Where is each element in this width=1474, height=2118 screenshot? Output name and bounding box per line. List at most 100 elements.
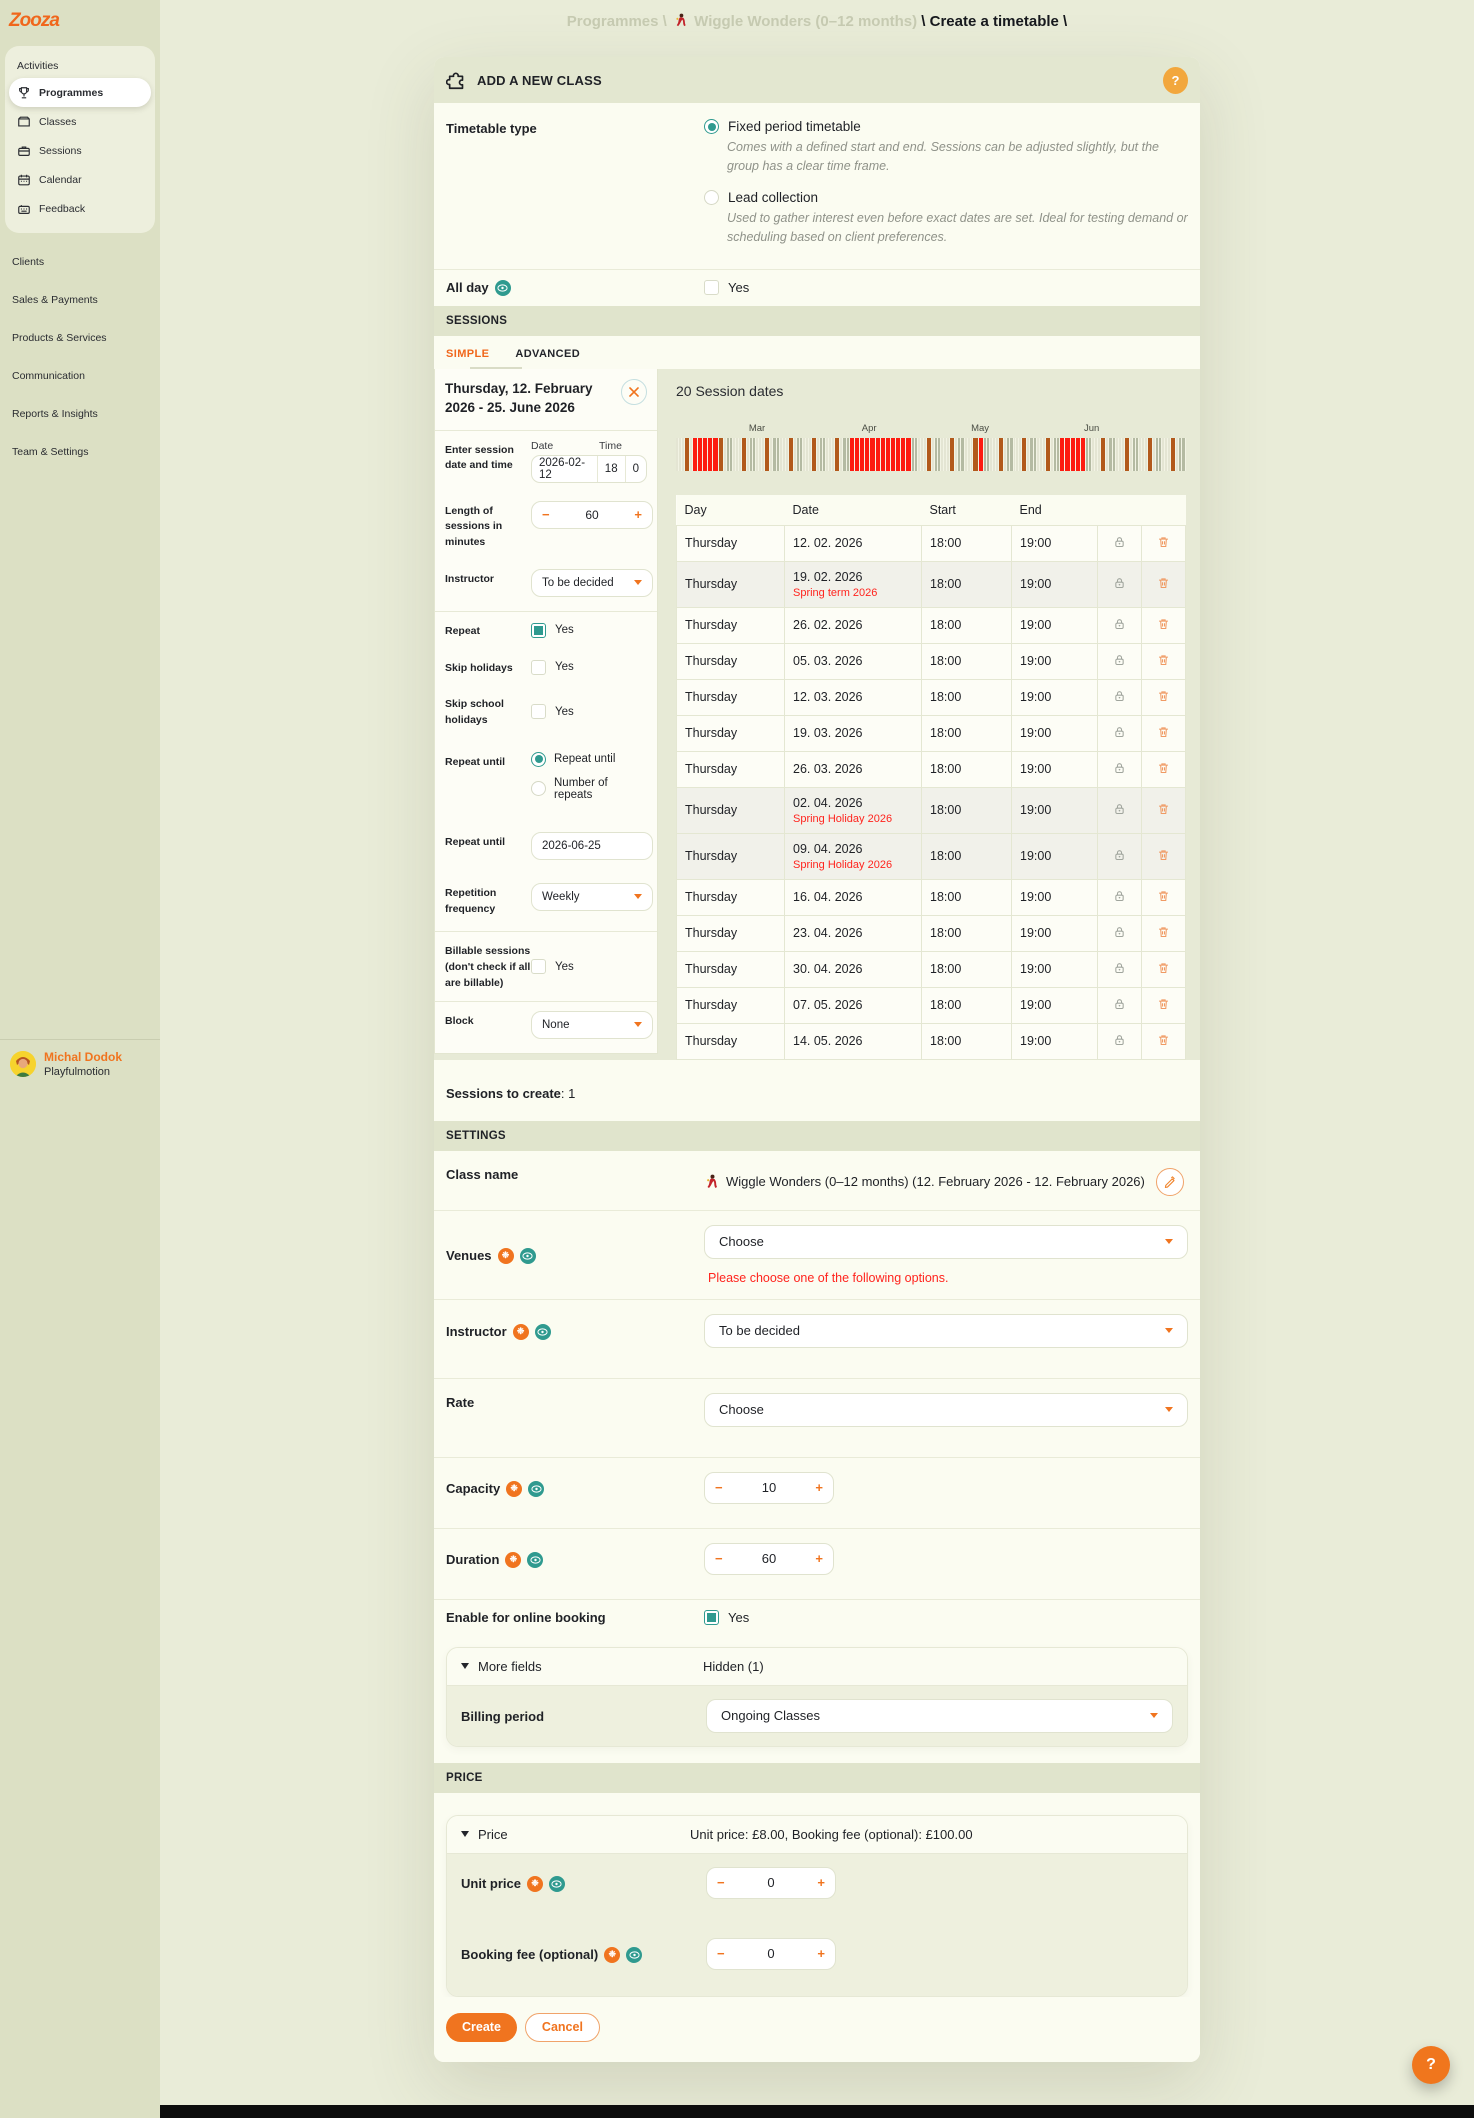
lock-icon[interactable] xyxy=(1113,802,1126,816)
lock-icon[interactable] xyxy=(1113,535,1126,549)
lead-collection-label[interactable]: Lead collection xyxy=(728,190,818,205)
close-icon[interactable] xyxy=(621,378,647,405)
online-booking-checkbox[interactable] xyxy=(704,1609,719,1625)
trash-icon[interactable] xyxy=(1157,1033,1170,1047)
capacity-decrement-button[interactable]: − xyxy=(715,1480,723,1495)
trash-icon[interactable] xyxy=(1157,761,1170,775)
price-header[interactable]: Price Unit price: £8.00, Booking fee (op… xyxy=(447,1815,1187,1853)
duration-value[interactable]: 60 xyxy=(762,1551,776,1566)
sidebar-section-reports-insights[interactable]: Reports & Insights xyxy=(0,395,160,433)
capacity-value[interactable]: 10 xyxy=(762,1480,776,1495)
length-decrement-button[interactable]: − xyxy=(542,507,550,522)
trash-icon[interactable] xyxy=(1157,689,1170,703)
unit-price-decrement-button[interactable]: − xyxy=(717,1875,725,1890)
sidebar-item-sessions[interactable]: Sessions xyxy=(5,136,155,165)
lock-icon[interactable] xyxy=(1113,1033,1126,1047)
booking-fee-decrement-button[interactable]: − xyxy=(717,1946,725,1961)
sidebar-section-clients[interactable]: Clients xyxy=(0,243,160,281)
sidebar-item-programmes[interactable]: Programmes xyxy=(9,78,151,107)
unit-price-increment-button[interactable]: + xyxy=(817,1875,825,1890)
billing-period-select[interactable]: Ongoing Classes xyxy=(706,1698,1173,1733)
skip-holidays-checkbox[interactable] xyxy=(531,659,546,675)
length-value[interactable]: 60 xyxy=(585,508,598,522)
lock-icon[interactable] xyxy=(1113,689,1126,703)
floating-help-button[interactable]: ? xyxy=(1412,2046,1450,2084)
breadcrumb-part[interactable]: Wiggle Wonders (0–12 months) xyxy=(690,13,917,30)
session-minute-input[interactable]: 0 xyxy=(624,455,646,482)
breadcrumb-part[interactable]: \ xyxy=(658,13,671,30)
sidebar-item-calendar[interactable]: Calendar xyxy=(5,165,155,194)
session-date-input[interactable]: 2026-02-12 xyxy=(532,456,597,482)
all-day-checkbox[interactable] xyxy=(704,280,719,295)
app-logo[interactable]: Zooza xyxy=(0,0,160,32)
sidebar-section-communication[interactable]: Communication xyxy=(0,357,160,395)
repeat-until-radio[interactable] xyxy=(531,751,546,767)
lock-icon[interactable] xyxy=(1113,653,1126,667)
rate-select[interactable]: Choose xyxy=(704,1392,1188,1427)
visibility-eye-icon[interactable] xyxy=(527,1551,544,1568)
visibility-eye-icon[interactable] xyxy=(528,1480,545,1497)
trash-icon[interactable] xyxy=(1157,925,1170,939)
capacity-increment-button[interactable]: + xyxy=(815,1480,823,1495)
sidebar-item-feedback[interactable]: Feedback xyxy=(5,194,155,223)
visibility-eye-icon[interactable] xyxy=(519,1247,536,1264)
duration-decrement-button[interactable]: − xyxy=(715,1551,723,1566)
lock-icon[interactable] xyxy=(1113,617,1126,631)
lead-collection-radio[interactable] xyxy=(704,189,719,205)
sidebar-section-products-services[interactable]: Products & Services xyxy=(0,319,160,357)
edit-pencil-icon[interactable] xyxy=(1155,1167,1184,1196)
cancel-button[interactable]: Cancel xyxy=(524,2012,600,2042)
visibility-eye-icon[interactable] xyxy=(494,279,511,296)
lock-icon[interactable] xyxy=(1113,761,1126,775)
trash-icon[interactable] xyxy=(1157,725,1170,739)
venues-select[interactable]: Choose xyxy=(704,1224,1188,1259)
settings-instructor-select[interactable]: To be decided xyxy=(704,1313,1188,1348)
lock-icon[interactable] xyxy=(1113,889,1126,903)
lock-icon[interactable] xyxy=(1113,961,1126,975)
tab-simple[interactable]: SIMPLE xyxy=(446,348,489,360)
sidebar-section-sales-payments[interactable]: Sales & Payments xyxy=(0,281,160,319)
visibility-eye-icon[interactable] xyxy=(548,1875,565,1892)
session-hour-input[interactable]: 18 xyxy=(596,455,625,482)
lock-icon[interactable] xyxy=(1113,997,1126,1011)
panel-help-button[interactable]: ? xyxy=(1163,66,1188,94)
more-fields-header[interactable]: More fields Hidden (1) xyxy=(447,1647,1187,1685)
billable-checkbox[interactable] xyxy=(531,959,546,974)
sidebar-section-team-settings[interactable]: Team & Settings xyxy=(0,433,160,471)
number-of-repeats-radio[interactable] xyxy=(531,781,546,797)
repeat-checkbox[interactable] xyxy=(531,622,546,638)
length-increment-button[interactable]: + xyxy=(634,507,642,522)
booking-fee-increment-button[interactable]: + xyxy=(817,1946,825,1961)
trash-icon[interactable] xyxy=(1157,848,1170,862)
visibility-eye-icon[interactable] xyxy=(534,1323,551,1340)
block-select[interactable]: None xyxy=(531,1010,653,1039)
lock-icon[interactable] xyxy=(1113,725,1126,739)
trash-icon[interactable] xyxy=(1157,802,1170,816)
trash-icon[interactable] xyxy=(1157,961,1170,975)
instructor-select[interactable]: To be decided xyxy=(531,568,653,597)
trash-icon[interactable] xyxy=(1157,889,1170,903)
lock-icon[interactable] xyxy=(1113,576,1126,590)
fixed-period-label[interactable]: Fixed period timetable xyxy=(728,119,861,134)
repeat-until-date-input[interactable]: 2026-06-25 xyxy=(531,831,653,860)
trash-icon[interactable] xyxy=(1157,653,1170,667)
number-of-repeats-option-label[interactable]: Number of repeats xyxy=(554,777,647,801)
duration-increment-button[interactable]: + xyxy=(815,1551,823,1566)
sidebar-item-classes[interactable]: Classes xyxy=(5,107,155,136)
visibility-eye-icon[interactable] xyxy=(626,1946,643,1963)
frequency-select[interactable]: Weekly xyxy=(531,882,653,911)
trash-icon[interactable] xyxy=(1157,576,1170,590)
skip-school-checkbox[interactable] xyxy=(531,704,546,720)
lock-icon[interactable] xyxy=(1113,848,1126,862)
create-button[interactable]: Create xyxy=(446,2012,517,2042)
repeat-until-option-label[interactable]: Repeat until xyxy=(554,753,615,765)
unit-price-value[interactable]: 0 xyxy=(767,1875,774,1890)
lock-icon[interactable] xyxy=(1113,925,1126,939)
trash-icon[interactable] xyxy=(1157,617,1170,631)
booking-fee-value[interactable]: 0 xyxy=(767,1946,774,1961)
user-block[interactable]: Michal Dodok Playfulmotion xyxy=(0,1039,160,1088)
fixed-period-radio[interactable] xyxy=(704,119,719,134)
trash-icon[interactable] xyxy=(1157,997,1170,1011)
trash-icon[interactable] xyxy=(1157,535,1170,549)
tab-advanced[interactable]: ADVANCED xyxy=(515,348,580,360)
